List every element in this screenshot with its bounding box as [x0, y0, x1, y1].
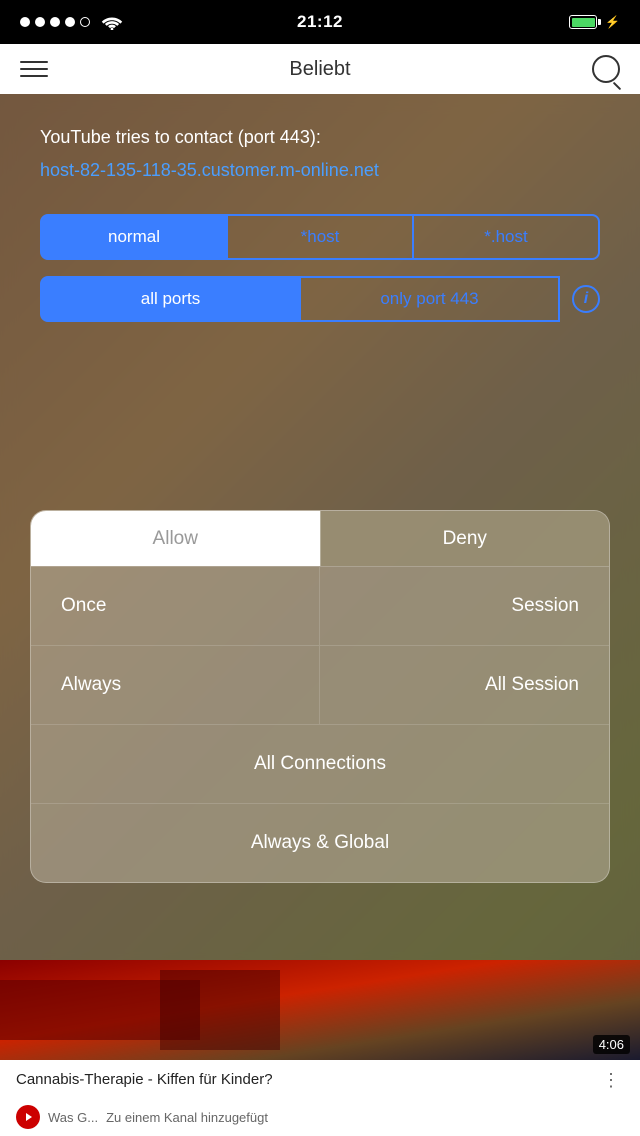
status-time: 21:12 — [297, 12, 343, 32]
scope-host-button[interactable]: *host — [228, 214, 414, 260]
session-button[interactable]: Session — [320, 567, 609, 646]
channel-avatar — [16, 1105, 40, 1129]
page-title: Beliebt — [289, 58, 350, 81]
all-ports-button[interactable]: all ports — [40, 276, 301, 322]
video-title[interactable]: Cannabis-Therapie - Kiffen für Kinder? — [16, 1070, 598, 1090]
action-panel: Allow Deny Once Session Always All Sessi… — [30, 510, 610, 883]
video-info: Cannabis-Therapie - Kiffen für Kinder? ⋮ — [0, 1060, 640, 1101]
dialog-container: YouTube tries to contact (port 443): hos… — [0, 94, 640, 372]
bottom-content: 4:06 Cannabis-Therapie - Kiffen für Kind… — [0, 960, 640, 1136]
channel-logo — [20, 1111, 36, 1123]
dialog-message: YouTube tries to contact (port 443): — [40, 124, 600, 151]
only-port-button[interactable]: only port 443 — [301, 276, 560, 322]
scope-segment: normal *host *.host — [40, 214, 600, 260]
signal-dot-1 — [20, 17, 30, 27]
channel-detail: Zu einem Kanal hinzugefügt — [106, 1110, 268, 1125]
battery — [569, 15, 597, 29]
dialog-host[interactable]: host-82-135-118-35.customer.m-online.net — [40, 157, 600, 184]
video-channel-row: Was G... Zu einem Kanal hinzugefügt — [0, 1101, 640, 1133]
signal-area — [20, 14, 123, 30]
video-thumbnail[interactable]: 4:06 — [0, 960, 640, 1060]
deny-button[interactable]: Deny — [320, 511, 610, 566]
all-session-button[interactable]: All Session — [320, 646, 609, 725]
battery-area: ⚡ — [569, 15, 620, 29]
hamburger-line-2 — [20, 68, 48, 70]
info-icon[interactable]: i — [572, 285, 600, 313]
port-segment-row: all ports only port 443 i — [40, 276, 600, 322]
thumbnail-image — [0, 960, 640, 1060]
scope-normal-button[interactable]: normal — [40, 214, 228, 260]
hamburger-line-3 — [20, 75, 48, 77]
once-button[interactable]: Once — [31, 567, 320, 646]
signal-dot-4 — [65, 17, 75, 27]
allow-deny-row: Allow Deny — [31, 511, 609, 567]
charging-icon: ⚡ — [605, 15, 620, 29]
channel-name[interactable]: Was G... — [48, 1110, 98, 1125]
wifi-icon — [101, 14, 123, 30]
battery-fill — [572, 18, 595, 27]
app-header: Beliebt — [0, 44, 640, 94]
signal-dot-3 — [50, 17, 60, 27]
always-global-button[interactable]: Always & Global — [31, 804, 609, 882]
battery-shell — [569, 15, 597, 29]
signal-dot-5 — [80, 17, 90, 27]
status-bar: 21:12 ⚡ — [0, 0, 640, 44]
menu-button[interactable] — [20, 61, 48, 77]
video-duration: 4:06 — [593, 1035, 630, 1054]
signal-dot-2 — [35, 17, 45, 27]
always-button[interactable]: Always — [31, 646, 320, 725]
scope-dothost-button[interactable]: *.host — [414, 214, 600, 260]
options-grid: Once Session Always All Session — [31, 567, 609, 725]
more-icon[interactable]: ⋮ — [598, 1070, 624, 1091]
allow-button[interactable]: Allow — [31, 511, 320, 566]
all-connections-button[interactable]: All Connections — [31, 725, 609, 804]
hamburger-line-1 — [20, 61, 48, 63]
search-icon[interactable] — [592, 55, 620, 83]
